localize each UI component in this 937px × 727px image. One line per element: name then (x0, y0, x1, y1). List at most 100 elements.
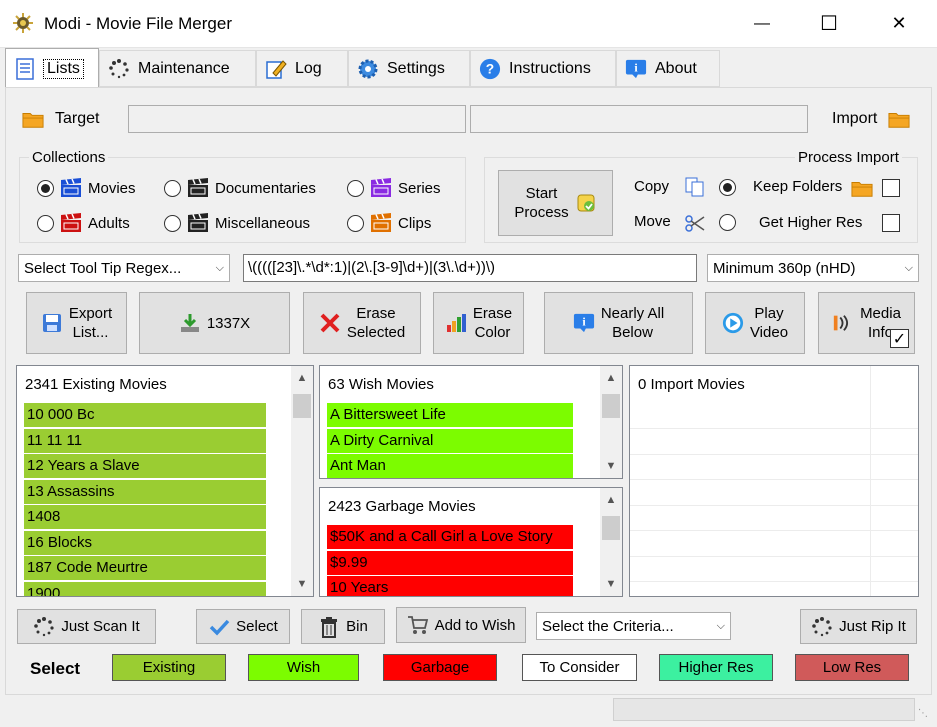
legend-to-consider[interactable]: To Consider (522, 654, 637, 681)
copy-radio[interactable] (719, 179, 736, 196)
radio-documentaries[interactable]: Documentaries (164, 177, 316, 199)
media-info-checkbox[interactable]: ✓ (890, 329, 909, 348)
scroll-down-icon[interactable]: ▼ (291, 574, 313, 594)
button-label: Erase Color (472, 305, 513, 341)
radio-adults[interactable]: Adults (37, 212, 130, 234)
legend-garbage[interactable]: Garbage (383, 654, 497, 681)
list-item[interactable]: $50K and a Call Girl a Love Story (327, 525, 573, 549)
criteria-select[interactable]: Select the Criteria... ⌵ (536, 612, 731, 640)
pencil-icon (265, 58, 287, 80)
erase-color-button[interactable]: Erase Color (433, 292, 524, 354)
radio-miscellaneous[interactable]: Miscellaneous (164, 212, 310, 234)
grid-line (870, 366, 871, 596)
minimize-icon: — (754, 14, 770, 32)
list-item[interactable]: A Dirty Carnival (327, 428, 573, 453)
list-item[interactable]: $9.99 (327, 550, 573, 575)
bin-button[interactable]: Bin (301, 609, 385, 644)
nearly-all-below-button[interactable]: i Nearly All Below (544, 292, 693, 354)
resize-grip-icon[interactable]: ⋱ (918, 708, 932, 722)
radio-circle (37, 179, 54, 197)
tab-settings[interactable]: Settings (348, 50, 470, 87)
import-movies-list[interactable]: 0 Import Movies (629, 365, 919, 597)
list-item[interactable]: 187 Code Meurtre (24, 556, 266, 580)
target-path-field[interactable] (128, 105, 466, 133)
legend-low-res[interactable]: Low Res (795, 654, 909, 681)
keep-folders-checkbox[interactable] (882, 179, 900, 197)
just-scan-button[interactable]: Just Scan It (17, 609, 156, 644)
window-title: Modi - Movie File Merger (44, 14, 232, 33)
resolution-select[interactable]: Minimum 360p (nHD) ⌵ (707, 254, 919, 282)
radio-series[interactable]: Series (347, 177, 441, 199)
radio-circle (37, 214, 54, 232)
wish-movies-list[interactable]: 63 Wish Movies A Bittersweet Life A Dirty… (319, 365, 623, 479)
legend-existing[interactable]: Existing (112, 654, 226, 681)
get-higher-res-label: Get Higher Res (759, 214, 863, 231)
export-list-button[interactable]: Export List... (26, 292, 127, 354)
list-item[interactable]: 1408 (24, 505, 266, 529)
play-icon (722, 312, 744, 334)
play-video-button[interactable]: Play Video (705, 292, 805, 354)
tab-log[interactable]: Log (256, 50, 348, 87)
scroll-up-icon[interactable]: ▲ (600, 368, 622, 388)
radio-clips[interactable]: Clips (347, 212, 431, 234)
maximize-button[interactable]: ☐ (806, 0, 852, 47)
close-icon: ✕ (891, 13, 907, 33)
garbage-movies-list[interactable]: 2423 Garbage Movies $50K and a Call Girl… (319, 487, 623, 597)
erase-selected-button[interactable]: Erase Selected (303, 292, 421, 354)
collections-title: Collections (29, 149, 109, 166)
get-higher-res-checkbox[interactable] (882, 214, 900, 232)
scrollbar[interactable]: ▲ ▼ (291, 366, 313, 596)
move-radio[interactable] (719, 214, 736, 231)
import-path-field[interactable] (470, 105, 808, 133)
just-rip-button[interactable]: Just Rip It (800, 609, 917, 644)
list-item[interactable]: 11 11 11 (24, 428, 266, 453)
close-button[interactable]: ✕ (876, 0, 922, 47)
scroll-down-icon[interactable]: ▼ (600, 574, 622, 594)
radio-circle (347, 179, 364, 197)
legend-higher-res[interactable]: Higher Res (659, 654, 773, 681)
legend-wish[interactable]: Wish (248, 654, 359, 681)
tab-about[interactable]: i About (616, 50, 720, 87)
list-item[interactable]: 12 Years a Slave (24, 454, 266, 478)
list-item[interactable]: 10 000 Bc (24, 403, 266, 427)
list-item[interactable]: Ant Man (327, 454, 573, 478)
keep-folders-label: Keep Folders (753, 178, 843, 195)
process-import-title: Process Import (795, 149, 902, 166)
button-label: Just Rip It (839, 618, 906, 635)
regex-input[interactable]: \(((([23]\.*\d*:1)|(2\.[3-9]\d+)|(3\.\d+… (243, 254, 697, 282)
keep-folders-icon (851, 177, 873, 199)
existing-movies-list[interactable]: 2341 Existing Movies 10 000 Bc 11 11 11 12… (16, 365, 314, 597)
start-process-button[interactable]: Start Process (498, 170, 613, 236)
scrollbar[interactable]: ▲ ▼ (600, 488, 622, 596)
list-item[interactable]: A Bittersweet Life (327, 403, 573, 427)
scroll-thumb[interactable] (602, 516, 620, 540)
scroll-up-icon[interactable]: ▲ (600, 490, 622, 510)
list-item[interactable]: 13 Assassins (24, 479, 266, 504)
tab-instructions[interactable]: ? Instructions (470, 50, 616, 87)
list-header: 63 Wish Movies (328, 376, 434, 393)
scroll-thumb[interactable] (602, 394, 620, 418)
tooltip-regex-select[interactable]: Select Tool Tip Regex... ⌵ (18, 254, 230, 282)
button-label: Nearly All Below (600, 305, 665, 341)
folder-icon[interactable] (22, 108, 44, 130)
tab-lists[interactable]: Lists (5, 48, 99, 88)
list-item[interactable]: 1900 (24, 581, 266, 596)
gear-icon (357, 58, 379, 80)
checkmark-icon (208, 616, 230, 638)
add-to-wish-button[interactable]: Add to Wish (396, 607, 526, 643)
radio-label: Miscellaneous (215, 214, 311, 232)
radio-circle (347, 214, 364, 232)
scroll-up-icon[interactable]: ▲ (291, 368, 313, 388)
leet-button[interactable]: 1337X (139, 292, 290, 354)
tab-maintenance[interactable]: Maintenance (99, 50, 256, 87)
scroll-down-icon[interactable]: ▼ (600, 456, 622, 476)
list-item[interactable]: 16 Blocks (24, 530, 266, 555)
import-folder-icon[interactable] (888, 108, 910, 130)
button-label: Start Process (514, 185, 569, 221)
minimize-button[interactable]: — (739, 0, 785, 47)
scroll-thumb[interactable] (293, 394, 311, 418)
select-button[interactable]: Select (196, 609, 290, 644)
radio-movies[interactable]: Movies (37, 177, 136, 199)
scrollbar[interactable]: ▲ ▼ (600, 366, 622, 478)
list-item[interactable]: 10 Years (327, 576, 573, 596)
